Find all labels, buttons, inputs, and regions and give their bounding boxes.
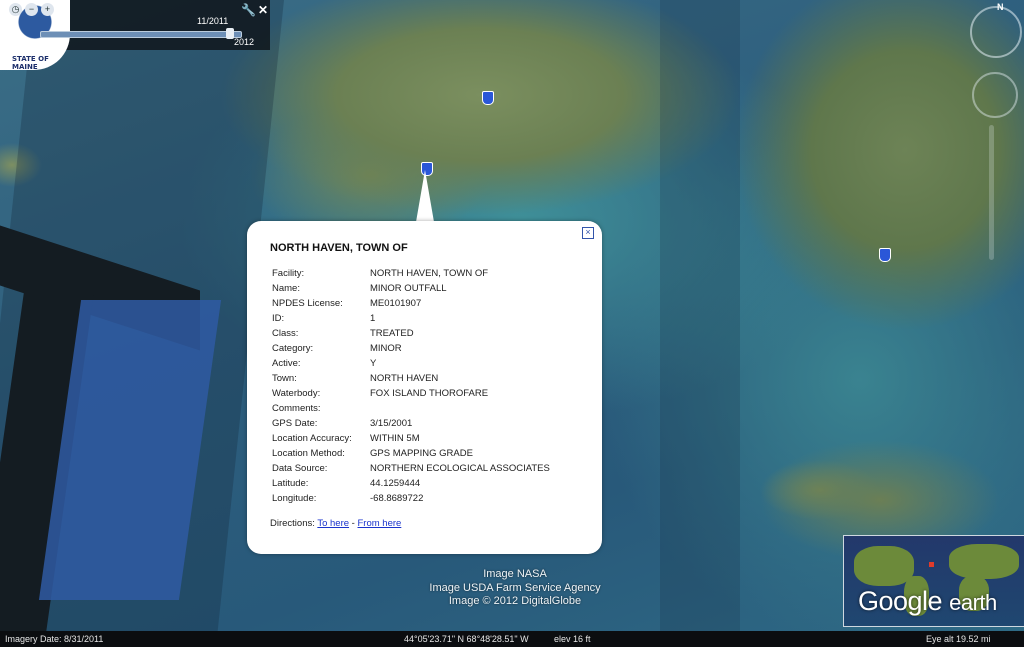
attribute-value: WITHIN 5M: [370, 433, 420, 444]
attribute-key: Latitude:: [272, 478, 309, 489]
attribute-row: ID: 1: [269, 311, 553, 326]
attribute-key: Facility:: [272, 268, 305, 279]
attribute-value: ME0101907: [370, 298, 422, 309]
attribute-value: TREATED: [370, 328, 414, 339]
attribute-value: 3/15/2001: [370, 418, 413, 429]
attribute-value: FOX ISLAND THOROFARE: [370, 388, 489, 399]
attribution-line: Image USDA Farm Service Agency: [429, 581, 601, 594]
historical-imagery-slider[interactable]: STATE OF MAINE ◷ − + 11/2011 1991 2012 🔧…: [0, 0, 270, 70]
attribute-value: Y: [370, 358, 377, 369]
attribute-row: Location Accuracy: WITHIN 5M: [269, 431, 553, 446]
balloon-pointer: [416, 170, 434, 222]
imagery-strip: [660, 0, 740, 647]
north-label: N: [997, 2, 1004, 12]
end-year-label: 2012: [234, 37, 255, 47]
attribute-value: 1: [370, 313, 376, 324]
facility-attributes-table: Facility: NORTH HAVEN, TOWN OF Name: MINOR …: [269, 266, 553, 506]
attribute-row: Name: MINOR OUTFALL: [269, 281, 553, 296]
cursor-coordinates: 44°05'23.71" N 68°48'28.51" W: [404, 634, 529, 644]
directions-separator: -: [351, 518, 355, 529]
overview-landmass: [949, 544, 1019, 579]
close-balloon-button[interactable]: ×: [582, 227, 594, 239]
seal-text: STATE OF MAINE: [12, 55, 49, 70]
imagery-date: Imagery Date: 8/31/2011: [5, 634, 104, 644]
attribute-key: Data Source:: [272, 463, 328, 474]
attribute-key: Location Accuracy:: [272, 433, 352, 444]
attribute-value: NORTHERN ECOLOGICAL ASSOCIATES: [370, 463, 550, 474]
logo-earth-text: earth: [949, 590, 997, 615]
compass-navigation-ring[interactable]: [970, 6, 1022, 58]
zoom-slider[interactable]: [989, 125, 994, 260]
attribute-row: Waterbody: FOX ISLAND THOROFARE: [269, 386, 553, 401]
attribute-key: Category:: [272, 343, 314, 354]
clock-icon[interactable]: ◷: [9, 3, 22, 16]
directions-from-here-link[interactable]: From here: [357, 518, 401, 529]
elevation-readout: elev 16 ft: [554, 634, 591, 644]
attribute-key: Town:: [272, 373, 297, 384]
look-around-control[interactable]: [972, 72, 1018, 118]
overview-map[interactable]: Google earth: [843, 535, 1024, 627]
overview-landmass: [854, 546, 914, 586]
attribute-key: Name:: [272, 283, 300, 294]
eye-altitude-readout: Eye alt 19.52 mi: [926, 634, 991, 644]
attribute-key: Active:: [272, 358, 301, 369]
close-icon[interactable]: ✕: [258, 3, 268, 17]
attribute-row: NPDES License: ME0101907: [269, 296, 553, 311]
time-slider-thumb[interactable]: [226, 28, 234, 39]
placemark-icon[interactable]: [482, 91, 494, 105]
attribute-row: Facility: NORTH HAVEN, TOWN OF: [269, 266, 553, 281]
overview-location-marker: [929, 562, 934, 567]
attribute-key: Waterbody:: [272, 388, 321, 399]
attribute-row: Comments:: [269, 401, 553, 416]
attribute-value: MINOR OUTFALL: [370, 283, 447, 294]
attribute-row: Data Source: NORTHERN ECOLOGICAL ASSOCIAT…: [269, 461, 553, 476]
current-date-label: 11/2011: [197, 16, 229, 26]
attribute-key: Location Method:: [272, 448, 345, 459]
attribute-value: 44.1259444: [370, 478, 421, 489]
google-earth-logo: Google earth: [858, 586, 997, 617]
attribute-row: GPS Date: 3/15/2001: [269, 416, 553, 431]
attribute-value: NORTH HAVEN, TOWN OF: [370, 268, 489, 279]
time-slider-track[interactable]: [40, 31, 242, 38]
attribute-key: NPDES License:: [272, 298, 343, 309]
attribute-key: GPS Date:: [272, 418, 318, 429]
attribute-value: NORTH HAVEN: [370, 373, 439, 384]
placemark-icon[interactable]: [879, 248, 891, 262]
balloon-title: NORTH HAVEN, TOWN OF: [270, 242, 408, 254]
attribute-row: Town: NORTH HAVEN: [269, 371, 553, 386]
attribute-key: ID:: [272, 313, 285, 324]
attribute-row: Longitude: -68.8689722: [269, 491, 553, 506]
attribute-row: Class: TREATED: [269, 326, 553, 341]
attribute-value: -68.8689722: [370, 493, 424, 504]
logo-google-text: Google: [858, 586, 943, 616]
attribute-key: Class:: [272, 328, 299, 339]
attribute-key: Longitude:: [272, 493, 317, 504]
attribute-value: MINOR: [370, 343, 402, 354]
start-year-label: 1991: [20, 37, 41, 47]
attribute-row: Latitude: 44.1259444: [269, 476, 553, 491]
attribute-key: Comments:: [272, 403, 321, 414]
directions-to-here-link[interactable]: To here: [317, 518, 349, 529]
imagery-attribution: Image NASA Image USDA Farm Service Agenc…: [400, 568, 630, 609]
attribute-value: [367, 401, 553, 416]
attribution-line: Image NASA: [483, 568, 547, 580]
placemark-info-balloon: × NORTH HAVEN, TOWN OF Facility: NORTH HA…: [247, 221, 602, 554]
zoom-out-time-icon[interactable]: −: [25, 3, 38, 16]
attribute-row: Active: Y: [269, 356, 553, 371]
zoom-in-time-icon[interactable]: +: [41, 3, 54, 16]
attribute-row: Category: MINOR: [269, 341, 553, 356]
directions-label: Directions:: [270, 518, 315, 529]
attribute-value: GPS MAPPING GRADE: [370, 448, 473, 459]
wrench-icon[interactable]: 🔧: [241, 3, 256, 17]
status-bar: Imagery Date: 8/31/2011 44°05'23.71" N 6…: [0, 631, 1024, 647]
attribution-line: Image © 2012 DigitalGlobe: [448, 595, 582, 607]
directions-links: Directions: To here - From here: [270, 518, 401, 529]
attribute-row: Location Method: GPS MAPPING GRADE: [269, 446, 553, 461]
